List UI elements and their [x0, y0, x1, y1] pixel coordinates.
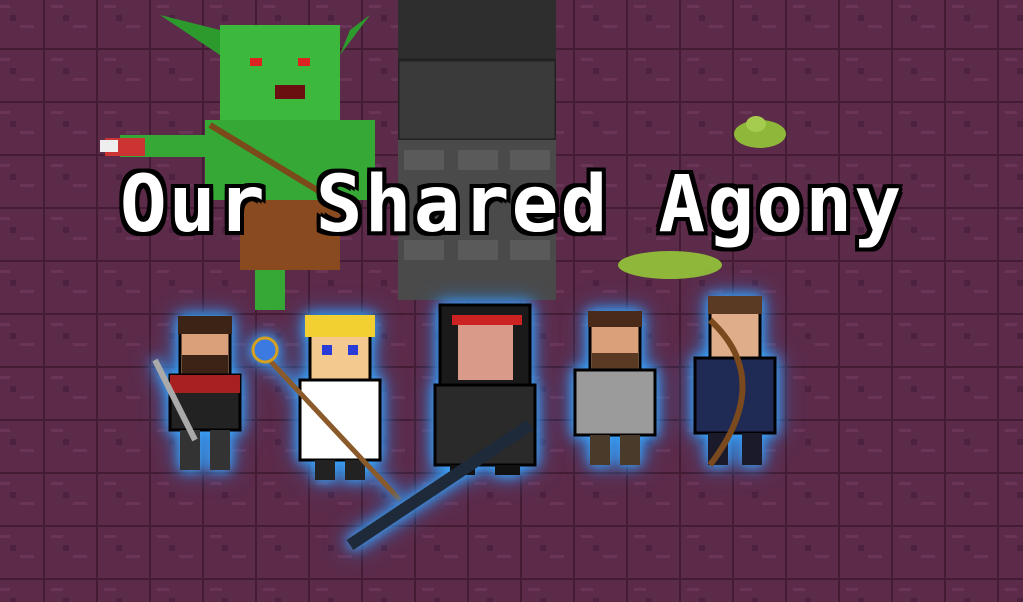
- game-scene: Our Shared Agony: [0, 0, 1023, 602]
- archer-icon: [693, 296, 777, 467]
- stone-corridor: [398, 0, 556, 300]
- rogue-icon: [346, 303, 537, 550]
- slime-puddle-icon: [618, 251, 722, 279]
- slime-icon: [734, 116, 786, 148]
- game-title: Our Shared Agony: [119, 160, 904, 250]
- brawler-icon: [573, 311, 657, 465]
